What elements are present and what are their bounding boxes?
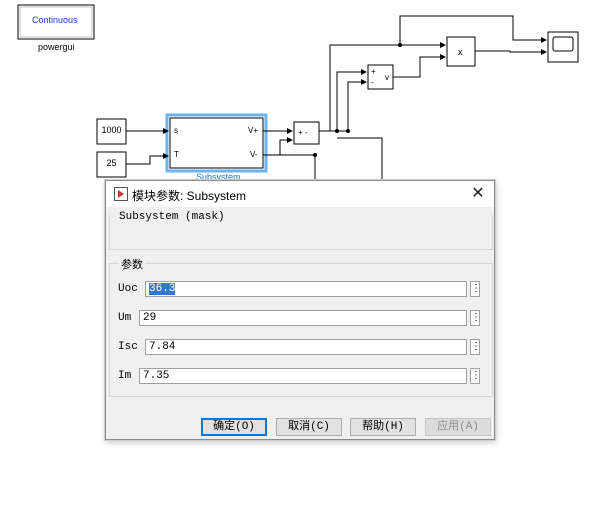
param-menu-um[interactable]: ⋮ — [470, 310, 481, 326]
param-input-isc[interactable]: 7.84 — [145, 339, 467, 355]
simulink-block-icon — [114, 187, 128, 201]
voltage-block-plus: + — [371, 67, 376, 76]
param-value-isc: 7.84 — [149, 341, 176, 353]
powergui-label: powergui — [38, 42, 75, 52]
constant-value-1000: 1000 — [101, 125, 122, 135]
junction-dots — [313, 43, 402, 157]
subsystem-port-s: s — [174, 126, 178, 135]
scope-block[interactable] — [547, 31, 579, 63]
help-button[interactable]: 帮助(H) — [350, 418, 416, 436]
ok-button[interactable]: 确定(O) — [201, 418, 267, 436]
parameters-legend: 参数 — [119, 256, 145, 272]
subsystem-port-vplus: V+ — [248, 126, 259, 135]
block-parameters-dialog: 模块参数: Subsystem ✕ Subsystem (mask) 参数 Uo… — [105, 180, 495, 440]
constant-value-25: 25 — [106, 158, 117, 168]
powergui-block-text: Continuous — [32, 15, 78, 25]
subsystem-block[interactable] — [165, 113, 268, 173]
subsystem-port-vminus: V- — [250, 150, 258, 159]
param-value-im: 7.35 — [143, 370, 170, 382]
dialog-title: 模块参数: Subsystem — [132, 189, 247, 203]
param-menu-uoc[interactable]: ⋮ — [470, 281, 481, 297]
sum-block-signs: + - — [298, 128, 308, 137]
param-input-im[interactable]: 7.35 — [139, 368, 467, 384]
param-value-uoc: 36.3 — [149, 283, 176, 295]
param-menu-im[interactable]: ⋮ — [470, 368, 481, 384]
param-label-uoc: Uoc — [118, 283, 138, 295]
voltage-block-label: v — [385, 73, 389, 82]
param-value-um: 29 — [143, 312, 157, 324]
apply-button[interactable]: 应用(A) — [425, 418, 491, 436]
param-label-um: Um — [118, 312, 132, 324]
param-label-isc: Isc — [118, 341, 138, 353]
mask-description: Subsystem (mask) — [119, 211, 225, 223]
param-input-uoc[interactable]: 36.3 — [145, 281, 467, 297]
voltage-block-minus: - — [371, 78, 374, 87]
close-icon[interactable]: ✕ — [468, 184, 488, 204]
param-menu-isc[interactable]: ⋮ — [470, 339, 481, 355]
param-input-um[interactable]: 29 — [139, 310, 467, 326]
param-label-im: Im — [118, 370, 132, 382]
cancel-button[interactable]: 取消(C) — [276, 418, 342, 436]
product-block-symbol: x — [458, 47, 463, 57]
subsystem-port-t: T — [174, 150, 179, 159]
dialog-titlebar[interactable]: 模块参数: Subsystem ✕ — [106, 181, 494, 207]
